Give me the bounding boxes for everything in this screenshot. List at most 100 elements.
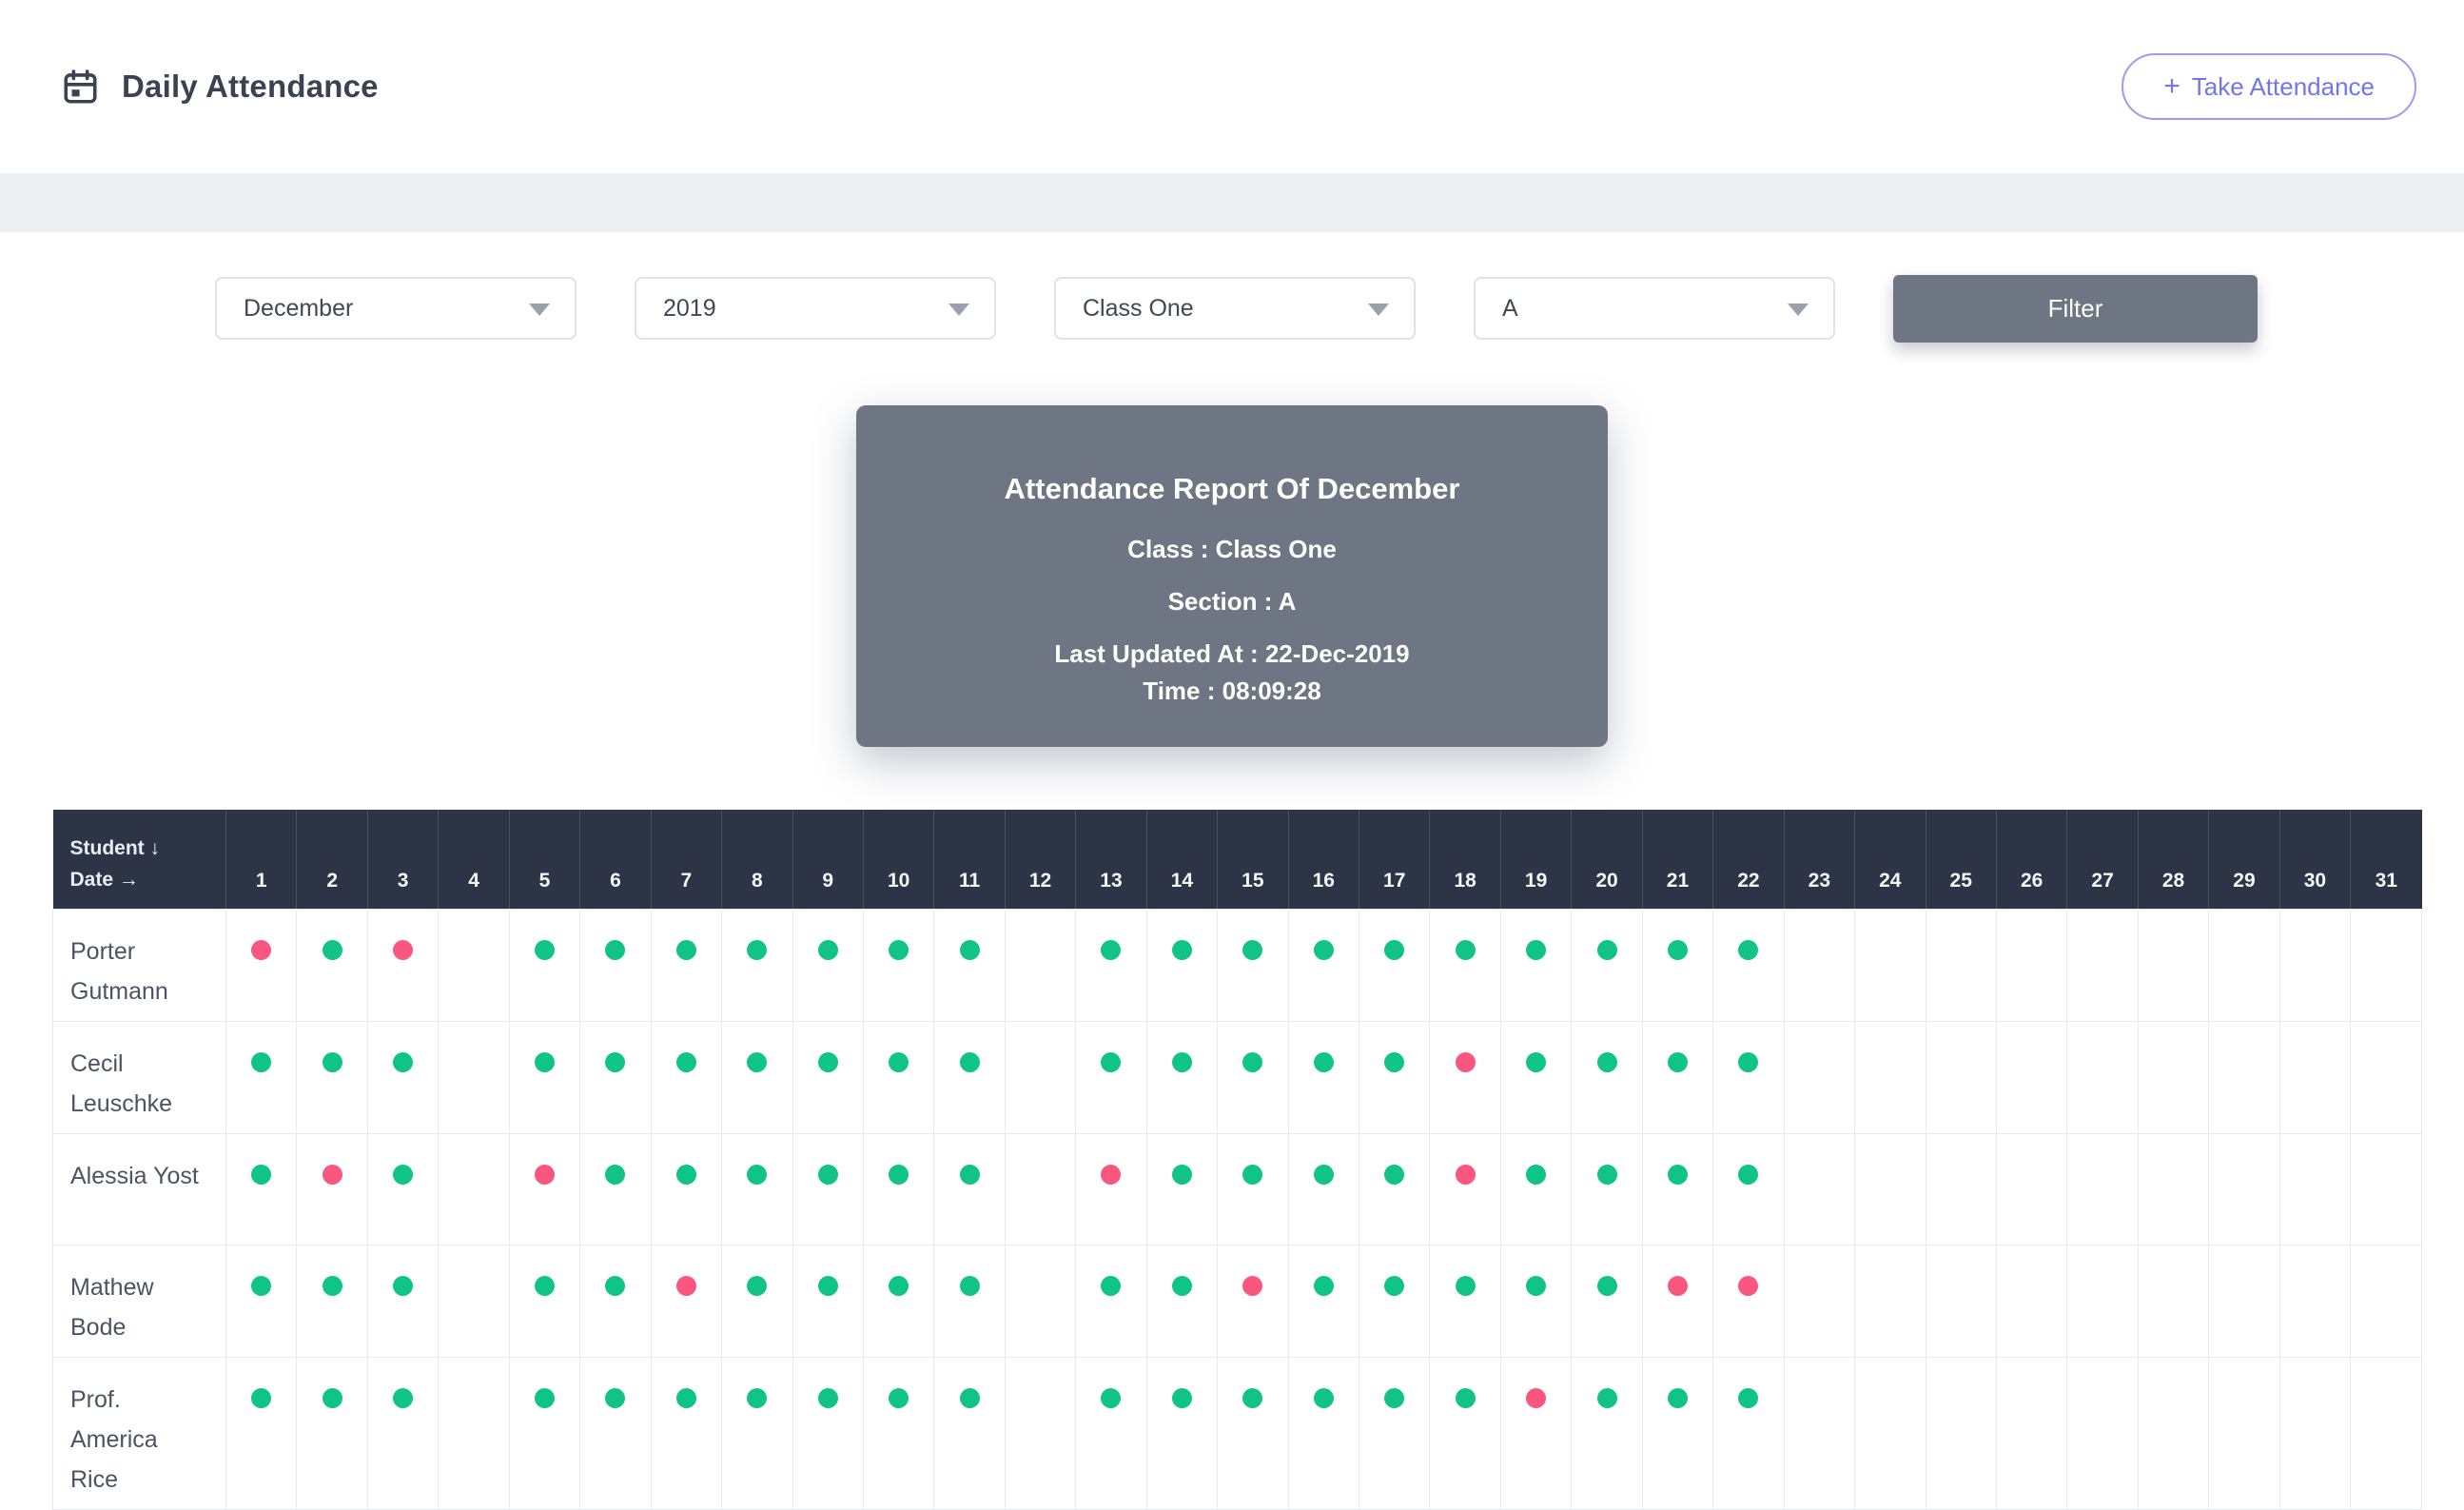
absent-dot bbox=[1738, 1275, 1759, 1296]
present-dot bbox=[1526, 1164, 1547, 1185]
attendance-cell bbox=[1075, 1356, 1147, 1510]
page-title: Daily Attendance bbox=[122, 69, 379, 104]
attendance-cell bbox=[2137, 1020, 2210, 1134]
present-dot bbox=[817, 1387, 838, 1408]
present-dot bbox=[889, 1275, 909, 1296]
day-header: 6 bbox=[579, 810, 652, 909]
absent-dot bbox=[1526, 1387, 1547, 1408]
present-dot bbox=[1171, 1051, 1192, 1072]
attendance-cell bbox=[1358, 1132, 1431, 1245]
present-dot bbox=[605, 1164, 626, 1185]
chevron-down-icon bbox=[1788, 304, 1809, 316]
attendance-cell bbox=[792, 1356, 864, 1510]
attendance-cell bbox=[366, 1020, 440, 1134]
day-header: 15 bbox=[1217, 810, 1289, 909]
present-dot bbox=[889, 1164, 909, 1185]
present-dot bbox=[393, 1387, 414, 1408]
attendance-cell bbox=[1075, 908, 1147, 1022]
attendance-cell bbox=[438, 1020, 510, 1134]
table-row: Cecil Leuschke bbox=[52, 1020, 2422, 1134]
present-dot bbox=[1738, 1387, 1759, 1408]
attendance-cell bbox=[1571, 908, 1643, 1022]
attendance-cell bbox=[862, 1132, 935, 1245]
main-content: December 2019 Class One A Filter Attenda… bbox=[0, 232, 2464, 1510]
attendance-cell bbox=[296, 1244, 368, 1358]
background-band bbox=[0, 173, 2464, 232]
attendance-cell bbox=[1287, 1132, 1360, 1245]
attendance-cell bbox=[1287, 1356, 1360, 1510]
attendance-cell bbox=[579, 1356, 652, 1510]
student-axis-label: Student ↓ bbox=[69, 836, 161, 859]
attendance-cell bbox=[862, 908, 935, 1022]
present-dot bbox=[747, 939, 768, 960]
section-select[interactable]: A bbox=[1474, 277, 1835, 340]
present-dot bbox=[322, 1387, 342, 1408]
year-select-value: 2019 bbox=[663, 294, 716, 322]
date-axis-label: Date → bbox=[69, 868, 139, 891]
attendance-cell bbox=[2208, 1356, 2280, 1510]
class-select-value: Class One bbox=[1083, 294, 1194, 322]
attendance-cell bbox=[2350, 1132, 2422, 1245]
present-dot bbox=[1384, 939, 1405, 960]
attendance-cell bbox=[1995, 1244, 2068, 1358]
attendance-cell bbox=[1287, 1244, 1360, 1358]
attendance-cell bbox=[1075, 1244, 1147, 1358]
present-dot bbox=[1384, 1164, 1405, 1185]
attendance-cell bbox=[721, 908, 793, 1022]
present-dot bbox=[889, 1387, 909, 1408]
attendance-cell bbox=[1571, 1020, 1643, 1134]
present-dot bbox=[1242, 1164, 1263, 1185]
attendance-cell bbox=[862, 1356, 935, 1510]
present-dot bbox=[251, 1275, 272, 1296]
day-header: 10 bbox=[862, 810, 934, 909]
attendance-cell bbox=[1499, 908, 1573, 1022]
month-select-value: December bbox=[244, 294, 354, 322]
present-dot bbox=[675, 1164, 696, 1185]
present-dot bbox=[393, 1275, 414, 1296]
present-dot bbox=[817, 1275, 838, 1296]
attendance-cell bbox=[2278, 1244, 2352, 1358]
present-dot bbox=[1242, 1387, 1263, 1408]
attendance-cell bbox=[366, 908, 440, 1022]
attendance-cell bbox=[933, 908, 1006, 1022]
attendance-cell bbox=[2066, 1356, 2139, 1510]
present-dot bbox=[1313, 1275, 1334, 1296]
attendance-cell bbox=[1712, 1132, 1785, 1245]
day-header: 1 bbox=[225, 810, 297, 909]
present-dot bbox=[1242, 939, 1263, 960]
day-header: 17 bbox=[1358, 810, 1430, 909]
present-dot bbox=[959, 1275, 980, 1296]
present-dot bbox=[817, 1051, 838, 1072]
present-dot bbox=[959, 939, 980, 960]
report-card-section: Section : A bbox=[1167, 587, 1297, 616]
take-attendance-button[interactable]: + Take Attendance bbox=[2122, 53, 2416, 120]
day-header: 25 bbox=[1925, 810, 1997, 909]
month-select[interactable]: December bbox=[215, 277, 577, 340]
attendance-cell bbox=[2350, 1356, 2422, 1510]
attendance-cell bbox=[2208, 1132, 2280, 1245]
present-dot bbox=[1101, 1051, 1122, 1072]
class-select[interactable]: Class One bbox=[1054, 277, 1416, 340]
present-dot bbox=[1313, 939, 1334, 960]
present-dot bbox=[393, 1051, 414, 1072]
attendance-cell bbox=[933, 1020, 1006, 1134]
present-dot bbox=[1667, 1387, 1688, 1408]
attendance-cell bbox=[1429, 908, 1501, 1022]
year-select[interactable]: 2019 bbox=[635, 277, 996, 340]
present-dot bbox=[1171, 939, 1192, 960]
attendance-cell bbox=[1145, 1020, 1219, 1134]
attendance-cell bbox=[862, 1244, 935, 1358]
table-row: Porter Gutmann bbox=[52, 908, 2422, 1022]
day-header: 3 bbox=[366, 810, 439, 909]
student-name: Alessia Yost bbox=[52, 1132, 226, 1245]
day-header: 14 bbox=[1145, 810, 1218, 909]
attendance-cell bbox=[1712, 1020, 1785, 1134]
present-dot bbox=[959, 1051, 980, 1072]
present-dot bbox=[1526, 1275, 1547, 1296]
attendance-cell bbox=[1925, 1356, 1997, 1510]
present-dot bbox=[605, 1275, 626, 1296]
present-dot bbox=[534, 1275, 555, 1296]
filter-button[interactable]: Filter bbox=[1893, 275, 2258, 343]
attendance-cell bbox=[579, 1244, 652, 1358]
attendance-cell bbox=[1004, 1356, 1077, 1510]
